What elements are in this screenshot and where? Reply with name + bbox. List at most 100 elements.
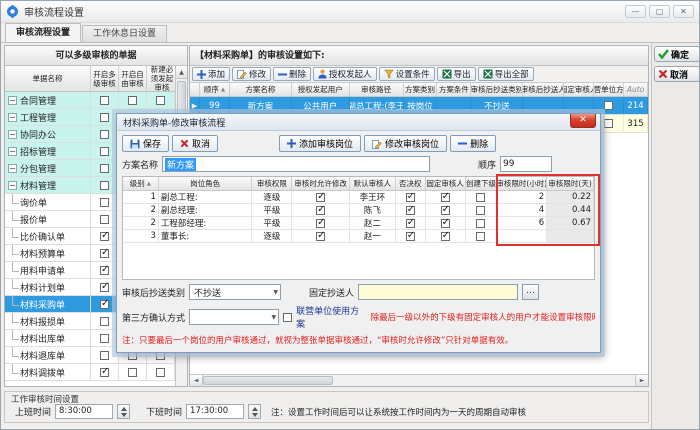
multi-checkbox[interactable] [100, 317, 109, 326]
column-header[interactable]: 审核路径 [350, 83, 404, 96]
audit-post-row[interactable]: 3董事长:逐级赵一 [123, 230, 594, 243]
work-start-spinner[interactable] [117, 404, 130, 419]
work-start-input[interactable]: 8:30:00 [55, 404, 113, 419]
scheme-name-input[interactable]: 新方案 [162, 156, 430, 172]
column-header[interactable]: 审核限时(小时) [497, 177, 547, 190]
free-checkbox[interactable] [128, 96, 137, 105]
column-header[interactable]: 岗位角色 [159, 177, 253, 190]
column-header[interactable]: 方案类别 [404, 83, 438, 96]
free-checkbox[interactable] [128, 368, 137, 377]
column-header[interactable]: 审核后抄送类别 [471, 83, 523, 96]
document-type-row[interactable]: −合同管理 [5, 92, 175, 109]
title-bar[interactable]: 审核流程设置 — ▢ ✕ [1, 1, 699, 23]
multi-checkbox[interactable] [100, 215, 109, 224]
column-header[interactable]: 默认审核人 [350, 177, 396, 190]
multi-checkbox[interactable] [100, 351, 109, 360]
cc-type-select[interactable]: 不抄送▼ [189, 284, 281, 300]
must-checkbox[interactable] [156, 96, 165, 105]
column-header[interactable]: 授权发起用户 [292, 83, 350, 96]
multi-checkbox[interactable] [100, 147, 109, 156]
column-header[interactable]: 固定审核人 [564, 83, 594, 96]
fixed-auditor-checkbox[interactable] [441, 193, 450, 202]
document-type-row[interactable]: 材料调拨单 [5, 364, 175, 381]
fixed-auditor-checkbox[interactable] [441, 232, 450, 241]
coop-checkbox[interactable] [604, 119, 613, 128]
collapse-icon[interactable]: − [8, 147, 17, 156]
multi-checkbox[interactable] [100, 113, 109, 122]
fixed-auditor-checkbox[interactable] [441, 206, 450, 215]
allow-edit-checkbox[interactable] [316, 206, 325, 215]
create-sub-checkbox[interactable] [476, 219, 485, 228]
set-conditions-button[interactable]: 设置条件 [379, 67, 435, 81]
column-header[interactable]: 联营单位方案 [594, 83, 624, 96]
column-header[interactable]: 创建下级 [466, 177, 498, 190]
spin-down-icon[interactable] [252, 413, 258, 417]
column-header[interactable]: 级别▲ [123, 177, 159, 190]
multi-checkbox[interactable] [100, 232, 109, 241]
column-header[interactable]: 审核时允许修改 [292, 177, 350, 190]
collapse-icon[interactable]: − [8, 130, 17, 139]
allow-edit-checkbox[interactable] [316, 219, 325, 228]
save-button[interactable]: 保存 [122, 135, 169, 152]
scroll-left-icon[interactable]: ◄ [190, 375, 203, 386]
multi-checkbox[interactable] [100, 300, 109, 309]
tab-rest-days[interactable]: 工作休息日设置 [82, 25, 167, 42]
column-header[interactable]: 方案名称 [230, 83, 292, 96]
dialog-cancel-button[interactable]: 取消 [172, 135, 218, 152]
must-checkbox[interactable] [156, 368, 165, 377]
dialog-close-icon[interactable]: ✕ [570, 114, 596, 128]
work-end-spinner[interactable] [248, 404, 261, 419]
create-sub-checkbox[interactable] [476, 193, 485, 202]
column-header[interactable]: 审核权限 [252, 177, 292, 190]
ok-button[interactable]: 确定 [654, 46, 700, 62]
allow-edit-checkbox[interactable] [316, 232, 325, 241]
edit-audit-post-button[interactable]: 修改审核岗位 [364, 135, 447, 152]
scroll-right-icon[interactable]: ► [635, 375, 648, 386]
column-header[interactable]: 固定审核人 [426, 177, 466, 190]
add-button[interactable]: 添加 [192, 67, 230, 81]
collapse-icon[interactable]: − [8, 113, 17, 122]
column-header[interactable]: 审核后抄送人 [523, 83, 564, 96]
create-sub-checkbox[interactable] [476, 232, 485, 241]
create-sub-checkbox[interactable] [476, 206, 485, 215]
multi-checkbox[interactable] [100, 181, 109, 190]
column-header[interactable]: Auto [624, 83, 648, 96]
export-button[interactable]: 导出 [437, 67, 476, 81]
spin-up-icon[interactable] [252, 407, 258, 411]
dialog-title-bar[interactable]: 材料采购单-修改审核流程 [117, 114, 600, 131]
hscroll-thumb[interactable] [203, 376, 333, 385]
veto-checkbox[interactable] [406, 232, 415, 241]
multi-checkbox[interactable] [100, 368, 109, 377]
column-header[interactable]: 方案条件 [437, 83, 471, 96]
multi-checkbox[interactable] [100, 96, 109, 105]
audit-post-row[interactable]: 2工程部经理:平级赵二60.67 [123, 217, 594, 230]
veto-checkbox[interactable] [406, 206, 415, 215]
multi-checkbox[interactable] [100, 249, 109, 258]
picker-icon[interactable]: … [522, 284, 539, 300]
column-header[interactable]: 审核限时(天) [547, 177, 594, 190]
multi-checkbox[interactable] [100, 164, 109, 173]
collapse-icon[interactable]: − [8, 164, 17, 173]
coop-checkbox[interactable] [604, 101, 613, 110]
fixed-auditor-checkbox[interactable] [441, 219, 450, 228]
audit-post-row[interactable]: 1副总工程:逐级李王环20.22 [123, 191, 594, 204]
veto-checkbox[interactable] [406, 219, 415, 228]
third-party-select[interactable]: ▼ [189, 309, 279, 325]
multi-checkbox[interactable] [100, 266, 109, 275]
close-icon[interactable]: ✕ [673, 5, 694, 18]
allow-edit-checkbox[interactable] [316, 193, 325, 202]
horizontal-scrollbar[interactable]: ◄ ► [190, 374, 648, 386]
column-header[interactable]: 否决权 [396, 177, 426, 190]
multi-checkbox[interactable] [100, 334, 109, 343]
spin-up-icon[interactable] [121, 407, 127, 411]
delete-audit-post-button[interactable]: 删除 [450, 135, 496, 152]
cc-person-input[interactable] [358, 284, 518, 300]
column-header[interactable]: 顺序▲ [200, 83, 230, 96]
work-end-input[interactable]: 17:30:00 [186, 404, 244, 419]
collapse-icon[interactable]: − [8, 96, 17, 105]
edit-button[interactable]: 修改 [232, 67, 271, 81]
minimize-icon[interactable]: — [625, 5, 646, 18]
collapse-icon[interactable]: − [8, 181, 17, 190]
audit-post-row[interactable]: 2副总经理:平级陈飞40.44 [123, 204, 594, 217]
delete-button[interactable]: 删除 [273, 67, 311, 81]
